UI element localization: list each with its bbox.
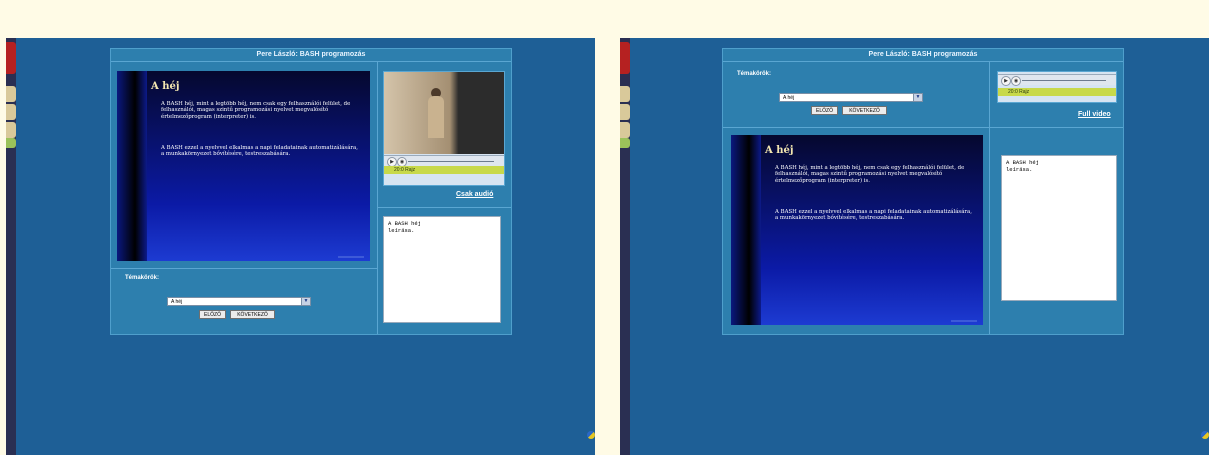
player-status: 20:0 Rajz [998, 88, 1116, 96]
notes-box: A BASH héj leírása. [1001, 155, 1117, 301]
topic-select[interactable]: A héj ▼ [167, 297, 311, 306]
player-controls: ▶ ◉ [998, 74, 1116, 86]
volume-icon[interactable]: ◉ [1011, 76, 1021, 86]
side-tab-3[interactable] [6, 122, 16, 138]
prev-button[interactable]: ELŐZŐ [811, 106, 838, 115]
slide-paragraph-2: A BASH ezzel a nyelvvel elkalmas a napi … [775, 209, 972, 222]
chevron-down-icon[interactable]: ▼ [301, 298, 310, 305]
corner-logo-icon [587, 431, 595, 439]
column-divider [989, 62, 990, 334]
slide-footer [951, 320, 977, 322]
notes-box: A BASH héj leírása. [383, 216, 501, 323]
slide-heading: A héj [765, 145, 794, 156]
player-status: 20:0 Rajz [384, 166, 504, 174]
row-divider [989, 127, 1123, 128]
topics-label: Témakörök: [125, 275, 160, 281]
row-divider-left [111, 268, 377, 269]
video-player[interactable]: ▶ ◉ 20:0 Rajz [383, 71, 505, 186]
slide-decoration [117, 71, 147, 261]
column-divider [377, 62, 378, 334]
audio-only-link[interactable]: Csak audió [456, 191, 493, 198]
slide-paragraph-1: A BASH héj, mint a legtöbb héj, nem csak… [775, 165, 965, 184]
slide-footer [338, 256, 364, 258]
page-title: Pere László: BASH programozás [723, 49, 1123, 62]
side-tab-2[interactable] [620, 104, 630, 120]
slide-view: A héj A BASH héj, mint a legtöbb héj, ne… [731, 135, 983, 325]
topic-select-value: A héj [171, 299, 183, 305]
side-toolbar [620, 38, 630, 455]
notes-line-1: A BASH héj [1006, 159, 1040, 166]
slide-view: A héj A BASH héj, mint a legtöbb héj, ne… [117, 71, 370, 261]
seek-bar[interactable] [408, 161, 494, 162]
side-tab-red[interactable] [620, 42, 630, 74]
row-divider-left [723, 127, 989, 128]
side-toolbar [6, 38, 16, 455]
screen-video-view: Pere László: BASH programozás A héj A BA… [6, 38, 595, 455]
lesson-panel: Pere László: BASH programozás A héj A BA… [110, 48, 512, 335]
next-button[interactable]: KÖVETKEZŐ [842, 106, 887, 115]
notes-line-2: leírása. [1006, 166, 1033, 173]
topic-select[interactable]: A héj ▼ [779, 93, 923, 102]
slide-paragraph-2: A BASH ezzel a nyelvvel elkalmas a napi … [161, 145, 358, 158]
next-button[interactable]: KÖVETKEZŐ [230, 310, 275, 319]
side-tab-green[interactable] [6, 138, 16, 148]
chevron-down-icon[interactable]: ▼ [913, 94, 922, 101]
prev-button[interactable]: ELŐZŐ [199, 310, 226, 319]
topics-label: Témakörök: [737, 71, 772, 77]
page-title: Pere László: BASH programozás [111, 49, 511, 62]
play-icon[interactable]: ▶ [1001, 76, 1011, 86]
audio-player[interactable]: ▶ ◉ 20:0 Rajz [997, 71, 1117, 103]
slide-paragraph-1: A BASH héj, mint a legtöbb héj, nem csak… [161, 101, 351, 120]
side-tab-3[interactable] [620, 122, 630, 138]
full-video-link[interactable]: Full video [1078, 111, 1111, 118]
slide-heading: A héj [151, 81, 180, 92]
notes-line-1: A BASH héj [388, 220, 422, 227]
lesson-panel: Pere László: BASH programozás Témakörök:… [722, 48, 1124, 335]
corner-logo-icon [1201, 431, 1209, 439]
player-controls: ▶ ◉ [384, 155, 504, 167]
notes-line-2: leírása. [388, 227, 415, 234]
side-tab-red[interactable] [6, 42, 16, 74]
side-tab-1[interactable] [620, 86, 630, 102]
topic-select-value: A héj [783, 95, 795, 101]
seek-bar[interactable] [1022, 80, 1106, 81]
side-tab-2[interactable] [6, 104, 16, 120]
slide-decoration [731, 135, 761, 325]
side-tab-1[interactable] [6, 86, 16, 102]
screen-audio-view: Pere László: BASH programozás Témakörök:… [620, 38, 1209, 455]
presenter-body [428, 96, 444, 138]
side-tab-green[interactable] [620, 138, 630, 148]
row-divider [377, 207, 511, 208]
video-frame[interactable] [384, 72, 504, 154]
